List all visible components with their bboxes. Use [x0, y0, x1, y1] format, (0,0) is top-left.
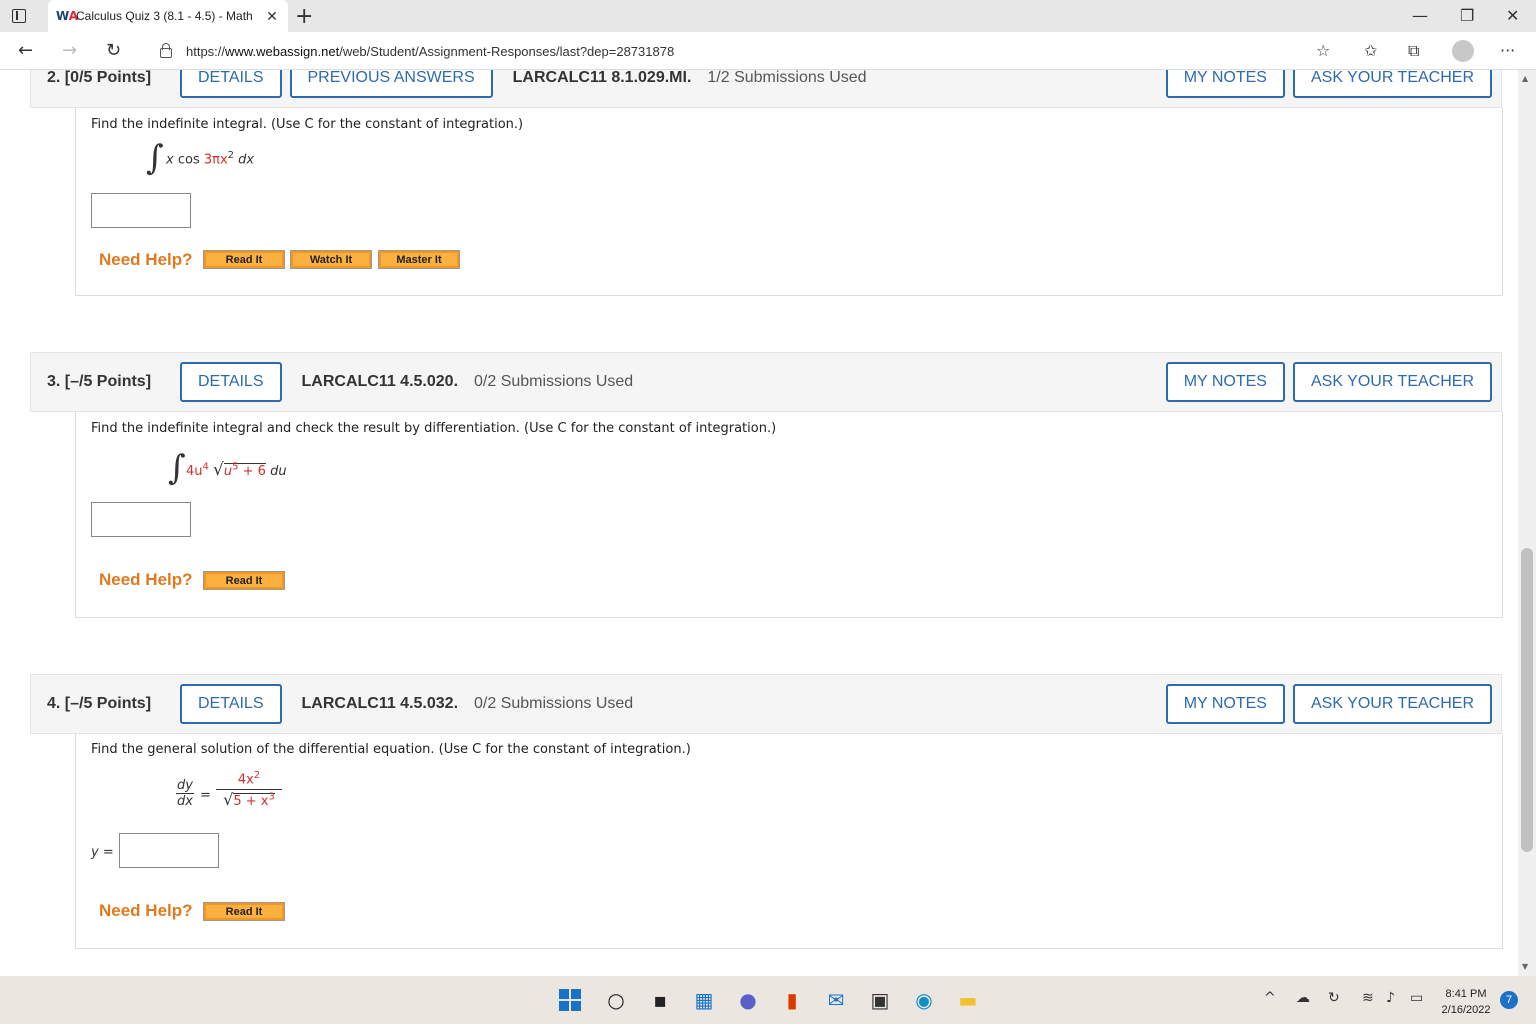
scroll-down-icon[interactable]: ▼: [1522, 962, 1528, 971]
rhs-fraction: 4x2 √5 + x3: [216, 770, 282, 810]
need-help-label: Need Help?: [99, 901, 193, 920]
vertical-scrollbar[interactable]: ▲ ▼: [1518, 70, 1536, 976]
tab-title: Calculus Quiz 3 (8.1 - 4.5) - Math: [76, 9, 253, 23]
window-menu-icon[interactable]: [12, 9, 26, 23]
more-menu-icon[interactable]: ···: [1500, 41, 1515, 60]
lock-icon[interactable]: [160, 43, 172, 58]
page-content: 2. [0/5 Points] DETAILS PREVIOUS ANSWERS…: [0, 70, 1518, 976]
integral-sign: ∫: [168, 448, 186, 488]
master-it-button[interactable]: Master It: [378, 250, 460, 269]
my-notes-button[interactable]: MY NOTES: [1165, 70, 1285, 98]
question-code: LARCALC11 4.5.020.: [301, 373, 459, 390]
edge-icon[interactable]: ◉: [912, 988, 936, 1012]
integral-sign: ∫: [146, 138, 164, 178]
read-it-button[interactable]: Read It: [203, 571, 285, 590]
file-explorer-icon[interactable]: ▬: [956, 988, 980, 1012]
profile-avatar[interactable]: [1452, 40, 1474, 62]
question-2-header: 2. [0/5 Points] DETAILS PREVIOUS ANSWERS…: [30, 70, 1502, 108]
question-4-header: 4. [–/5 Points] DETAILS LARCALC11 4.5.03…: [30, 674, 1502, 734]
question-prompt: Find the indefinite integral and check t…: [91, 421, 777, 436]
battery-icon[interactable]: ▭: [1410, 990, 1423, 1006]
ask-teacher-button[interactable]: ASK YOUR TEACHER: [1292, 70, 1492, 98]
submissions-used: 0/2 Submissions Used: [474, 695, 634, 712]
answer-label: y =: [91, 845, 114, 860]
task-view-icon[interactable]: ▪: [648, 988, 672, 1012]
close-window-icon[interactable]: ✕: [1506, 6, 1519, 25]
tray-overflow-icon[interactable]: ^: [1264, 990, 1276, 1006]
refresh-icon[interactable]: ↻: [106, 40, 121, 61]
favorites-icon[interactable]: ✩: [1364, 41, 1377, 60]
my-notes-button[interactable]: MY NOTES: [1165, 684, 1285, 724]
back-icon[interactable]: ←: [18, 40, 33, 61]
question-number: 4. [–/5 Points]: [47, 695, 152, 712]
answer-input[interactable]: [91, 193, 191, 228]
chat-icon[interactable]: ●: [736, 988, 760, 1012]
add-favorite-icon[interactable]: ☆: [1316, 41, 1330, 60]
tab-close-icon[interactable]: ✕: [264, 8, 280, 25]
onedrive-icon[interactable]: ☁: [1296, 990, 1310, 1006]
start-icon[interactable]: [558, 988, 582, 1012]
question-number: 3. [–/5 Points]: [47, 373, 152, 390]
need-help-label: Need Help?: [99, 250, 193, 269]
question-2-body: Find the indefinite integral. (Use C for…: [75, 108, 1503, 296]
details-button[interactable]: DETAILS: [180, 362, 282, 402]
question-3-header: 3. [–/5 Points] DETAILS LARCALC11 4.5.02…: [30, 352, 1502, 412]
sync-icon[interactable]: ↻: [1328, 990, 1340, 1006]
wifi-icon[interactable]: ≋: [1362, 990, 1374, 1006]
widgets-icon[interactable]: ▦: [692, 988, 716, 1012]
integrand: 4u4 √u5 + 6 du: [186, 460, 287, 480]
answer-input[interactable]: [91, 502, 191, 537]
previous-answers-button[interactable]: PREVIOUS ANSWERS: [289, 70, 493, 98]
search-icon[interactable]: ○: [604, 988, 628, 1012]
question-number: 2. [0/5 Points]: [47, 70, 152, 86]
forward-icon[interactable]: →: [62, 40, 77, 61]
submissions-used: 0/2 Submissions Used: [474, 373, 634, 390]
ask-teacher-button[interactable]: ASK YOUR TEACHER: [1292, 362, 1492, 402]
submissions-used: 1/2 Submissions Used: [707, 70, 867, 86]
question-prompt: Find the indefinite integral. (Use C for…: [91, 117, 524, 132]
scroll-thumb[interactable]: [1521, 548, 1533, 852]
minimize-icon[interactable]: —: [1412, 6, 1428, 25]
clock[interactable]: 8:41 PM 2/16/2022: [1432, 986, 1500, 1018]
notification-badge[interactable]: 7: [1500, 991, 1518, 1009]
my-notes-button[interactable]: MY NOTES: [1165, 362, 1285, 402]
new-tab-icon[interactable]: +: [295, 4, 313, 29]
taskbar: ○ ▪ ▦ ● ▮ ✉ ▣ ◉ ▬ ^ ☁ ↻ ≋ ♪ ▭: [0, 976, 1536, 1024]
answer-input[interactable]: [119, 833, 219, 868]
address-bar: ← → ↻ https://www.webassign.net/web/Stud…: [0, 32, 1536, 70]
restore-icon[interactable]: ❐: [1460, 6, 1474, 25]
store-icon[interactable]: ▣: [868, 988, 892, 1012]
collections-icon[interactable]: ⧉: [1408, 41, 1419, 61]
ask-teacher-button[interactable]: ASK YOUR TEACHER: [1292, 684, 1492, 724]
mail-icon[interactable]: ✉: [824, 988, 848, 1012]
question-code: LARCALC11 8.1.029.MI.: [512, 70, 692, 86]
title-bar: WA Calculus Quiz 3 (8.1 - 4.5) - Math ✕ …: [0, 0, 1536, 32]
volume-icon[interactable]: ♪: [1386, 990, 1395, 1006]
question-4-body: Find the general solution of the differe…: [75, 734, 1503, 949]
equals-sign: =: [200, 788, 211, 803]
read-it-button[interactable]: Read It: [203, 250, 285, 269]
office-icon[interactable]: ▮: [780, 988, 804, 1012]
integrand: x cos 3πx2 dx: [166, 150, 255, 168]
details-button[interactable]: DETAILS: [180, 70, 282, 98]
scroll-up-icon[interactable]: ▲: [1522, 74, 1528, 83]
question-3-body: Find the indefinite integral and check t…: [75, 412, 1503, 618]
browser-tab[interactable]: WA Calculus Quiz 3 (8.1 - 4.5) - Math ✕: [48, 0, 288, 32]
url-field[interactable]: https://www.webassign.net/web/Student/As…: [148, 36, 1338, 66]
question-code: LARCALC11 4.5.032.: [301, 695, 459, 712]
webassign-favicon-icon: WA: [56, 9, 78, 23]
need-help-label: Need Help?: [99, 570, 193, 589]
clock-date: 2/16/2022: [1441, 1004, 1491, 1016]
question-prompt: Find the general solution of the differe…: [91, 742, 691, 757]
watch-it-button[interactable]: Watch It: [290, 250, 372, 269]
read-it-button[interactable]: Read It: [203, 902, 285, 921]
details-button[interactable]: DETAILS: [180, 684, 282, 724]
clock-time: 8:41 PM: [1445, 988, 1487, 1000]
lhs-fraction: dy dx: [176, 778, 194, 809]
url-text: https://www.webassign.net/web/Student/As…: [186, 43, 675, 59]
